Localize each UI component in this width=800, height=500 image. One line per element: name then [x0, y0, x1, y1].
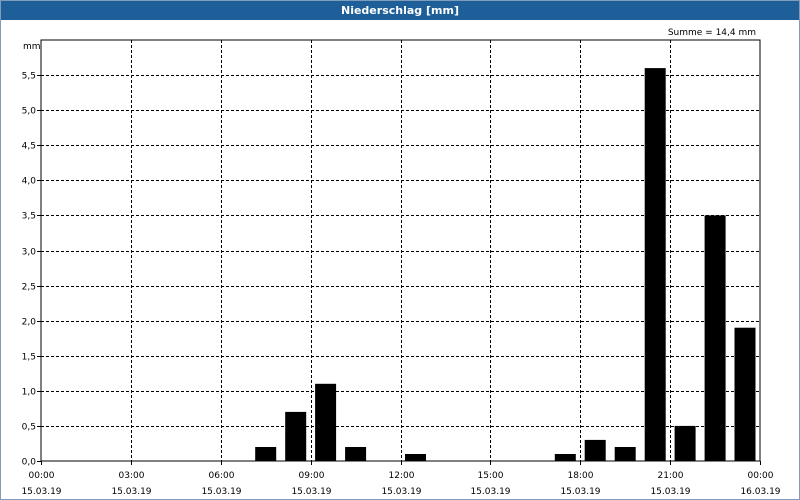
x-tick-time-label: 09:00: [299, 471, 325, 481]
y-tick-label: 0,0: [22, 458, 37, 468]
y-tick-label: 5,5: [22, 72, 36, 82]
x-tick-date-label: 15.03.19: [560, 487, 600, 497]
y-axis-unit-label: mm: [23, 42, 41, 52]
y-tick-label: 1,0: [22, 388, 37, 398]
precipitation-bar: [315, 383, 337, 461]
x-tick-time-label: 12:00: [389, 471, 415, 481]
precipitation-bar: [285, 411, 307, 461]
x-tick-date-label: 15.03.19: [111, 487, 151, 497]
precipitation-bar: [674, 425, 696, 461]
y-tick-label: 1,5: [22, 353, 36, 363]
precipitation-bar: [584, 439, 606, 461]
precipitation-bar: [704, 215, 726, 461]
precipitation-bar: [345, 447, 367, 461]
y-tick-labels: 0,0 0,5 1,0 1,5 2,0 2,5 3,0 3,5 4,0 4,5 5,0 5,5: [22, 72, 37, 468]
y-tick-label: 5,0: [22, 107, 37, 117]
y-tick-label: 2,0: [22, 318, 37, 328]
y-tick-label: 2,5: [22, 283, 36, 293]
x-tick-time-label: 03:00: [119, 471, 145, 481]
chart-window: Niederschlag [mm] 0,0 0,5 1,0 1,5 2,0 2,5 3,0 3…: [0, 0, 800, 500]
sum-annotation: Summe = 14,4 mm: [668, 28, 756, 38]
precipitation-bar: [644, 68, 666, 461]
x-tick-time-label: 06:00: [209, 471, 235, 481]
x-tick-time-label: 00:00: [29, 471, 55, 481]
precipitation-bar: [554, 454, 576, 461]
x-tick-date-label: 15.03.19: [291, 487, 331, 497]
x-tick-date-label: 15.03.19: [650, 487, 690, 497]
precipitation-chart: 0,0 0,5 1,0 1,5 2,0 2,5 3,0 3,5 4,0 4,5 5,0 5,5 00:…: [21, 28, 780, 497]
y-tick-label: 3,5: [22, 212, 36, 222]
x-tick-labels: 00:00 15.03.19 03:00 15.03.19 06:00 15.03.19 0…: [21, 471, 780, 497]
x-tick-date-label: 16.03.19: [740, 487, 780, 497]
precipitation-bar: [734, 327, 756, 461]
y-tick-label: 3,0: [22, 248, 37, 258]
x-tick-time-label: 18:00: [568, 471, 594, 481]
y-tick-label: 0,5: [22, 423, 36, 433]
bar-series: [255, 68, 756, 461]
x-tick-time-label: 21:00: [658, 471, 684, 481]
x-tick-date-label: 15.03.19: [470, 487, 510, 497]
precipitation-bar: [255, 447, 277, 461]
x-tick-time-label: 00:00: [748, 471, 774, 481]
y-tick-label: 4,0: [22, 177, 37, 187]
x-tick-date-label: 15.03.19: [201, 487, 241, 497]
y-tick-label: 4,5: [22, 142, 36, 152]
x-tick-time-label: 15:00: [478, 471, 504, 481]
precipitation-bar: [405, 454, 426, 461]
x-tick-date-label: 15.03.19: [21, 487, 61, 497]
x-tick-date-label: 15.03.19: [381, 487, 421, 497]
precipitation-bar: [614, 447, 636, 461]
